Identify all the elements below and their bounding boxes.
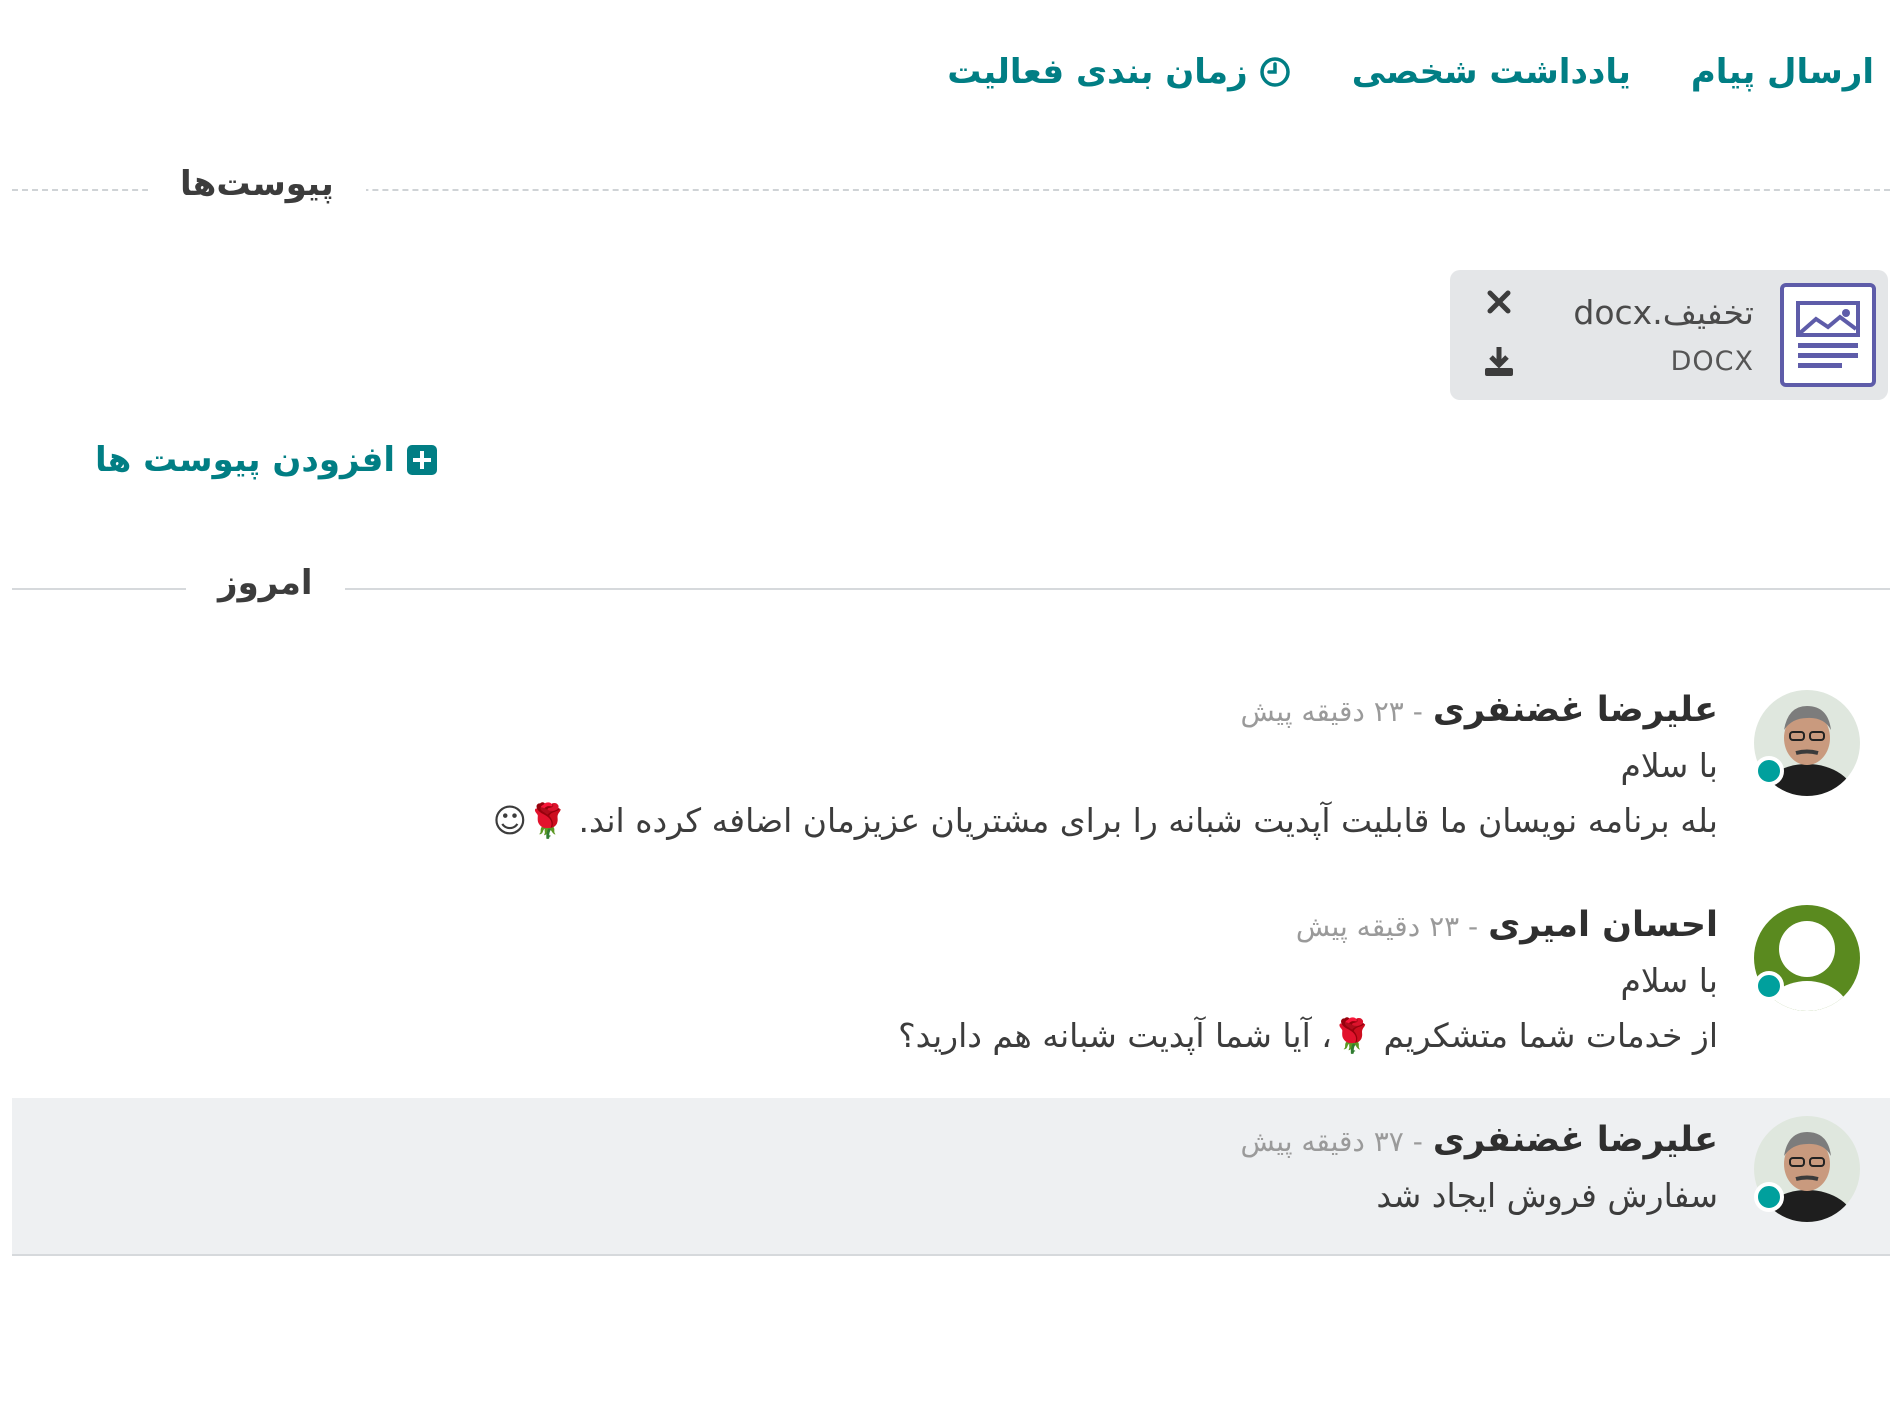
attachment-filename: تخفیف.docx <box>1573 293 1754 332</box>
attachments-title: پیوست‌ها <box>148 164 366 204</box>
message-content: علیرضا غضنفری - ۲۳ دقیقه پیش با سلام بله… <box>12 690 1718 841</box>
message-line: با سلام <box>1620 961 1718 1000</box>
attachment-actions <box>1482 288 1516 382</box>
attachment-filetype: DOCX <box>1670 346 1754 377</box>
message-time: - ۲۳ دقیقه پیش <box>1295 910 1479 943</box>
message-item: علیرضا غضنفری - ۲۳ دقیقه پیش با سلام بله… <box>12 680 1890 880</box>
attachment-info: تخفیف.docx DOCX <box>1544 293 1754 377</box>
schedule-activity-button[interactable]: زمان بندی فعالیت <box>947 52 1291 92</box>
message-content: علیرضا غضنفری - ۳۷ دقیقه پیش سفارش فروش … <box>12 1120 1718 1215</box>
message-header: علیرضا غضنفری - ۲۳ دقیقه پیش <box>12 690 1718 730</box>
message-author[interactable]: علیرضا غضنفری <box>1433 1120 1718 1160</box>
message-line: بله برنامه نویسان ما قابلیت آپدیت شبانه … <box>492 801 1718 840</box>
message-header: علیرضا غضنفری - ۳۷ دقیقه پیش <box>12 1120 1718 1160</box>
chatter-panel: ارسال پیام یادداشت شخصی زمان بندی فعالیت… <box>0 0 1902 1417</box>
message-author[interactable]: احسان امیری <box>1488 905 1718 945</box>
online-status-badge <box>1754 1182 1784 1212</box>
attachment-card[interactable]: تخفیف.docx DOCX <box>1450 270 1888 400</box>
message-line: سفارش فروش ایجاد شد <box>1376 1176 1718 1215</box>
avatar[interactable] <box>1754 1116 1860 1222</box>
online-status-badge <box>1754 971 1784 1001</box>
message-author[interactable]: علیرضا غضنفری <box>1433 690 1718 730</box>
message-header: احسان امیری - ۲۳ دقیقه پیش <box>12 905 1718 945</box>
download-icon[interactable] <box>1482 344 1516 382</box>
chatter-topbar: ارسال پیام یادداشت شخصی زمان بندی فعالیت <box>947 52 1874 92</box>
message-line: از خدمات شما متشکریم 🌹، آیا شما آپدیت شب… <box>898 1016 1718 1055</box>
clock-icon <box>1259 57 1290 87</box>
avatar[interactable] <box>1754 690 1860 796</box>
send-message-button[interactable]: ارسال پیام <box>1691 52 1874 92</box>
online-status-badge <box>1754 756 1784 786</box>
avatar[interactable] <box>1754 905 1860 1011</box>
message-item: احسان امیری - ۲۳ دقیقه پیش با سلام از خد… <box>12 895 1890 1095</box>
message-time: - ۳۷ دقیقه پیش <box>1240 1125 1423 1158</box>
message-item: علیرضا غضنفری - ۳۷ دقیقه پیش سفارش فروش … <box>12 1098 1890 1256</box>
log-note-label: یادداشت شخصی <box>1351 52 1631 92</box>
message-time: - ۲۳ دقیقه پیش <box>1240 695 1423 728</box>
add-attachments-link[interactable]: افزودن پیوست ها <box>95 440 438 480</box>
close-icon[interactable] <box>1485 288 1513 320</box>
schedule-activity-label: زمان بندی فعالیت <box>947 52 1248 92</box>
today-label: امروز <box>186 563 345 603</box>
message-line: با سلام <box>1620 746 1718 785</box>
message-content: احسان امیری - ۲۳ دقیقه پیش با سلام از خد… <box>12 905 1718 1056</box>
document-icon <box>1780 283 1876 387</box>
send-message-label: ارسال پیام <box>1690 52 1874 92</box>
plus-square-icon <box>407 445 438 475</box>
add-attachments-label: افزودن پیوست ها <box>95 440 396 480</box>
log-note-button[interactable]: یادداشت شخصی <box>1352 52 1631 92</box>
